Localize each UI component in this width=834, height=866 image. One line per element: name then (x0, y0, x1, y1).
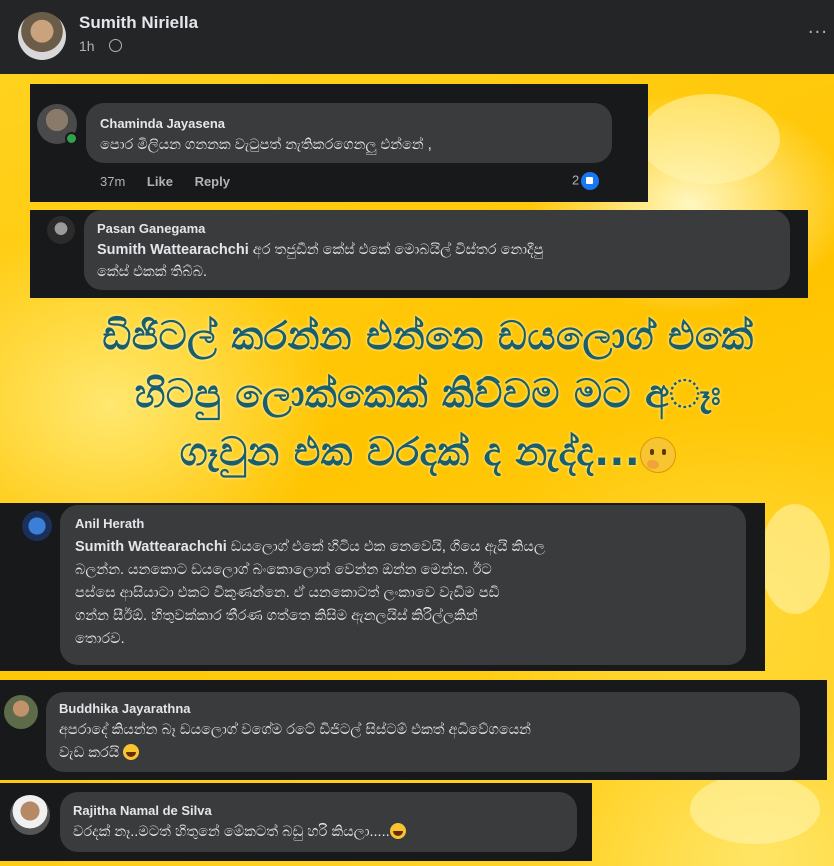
comment-text-line: ගන්න සීඊඕ. හිතුවක්කාර තීරණ ගත්තෙ කිසිම ඇ… (75, 608, 478, 624)
commenter-name[interactable]: Chaminda Jayasena (100, 116, 225, 131)
comment-bubble: Pasan Ganegama Sumith Wattearachchi අර ත… (84, 210, 790, 290)
comment-text-line: අපරාදේ කියන්න බෑ ඩයලොග් වගේම රටේ ඩිජිටල්… (59, 722, 531, 738)
author-avatar[interactable] (18, 12, 66, 60)
online-status-dot (65, 132, 78, 145)
decorative-petal (640, 94, 780, 184)
headline-line: හිටපු ලොක්කෙක් කිව්වම මට අෑඃ (134, 372, 722, 417)
commenter-avatar[interactable] (47, 216, 75, 244)
mention-tag[interactable]: Sumith Wattearachchi (75, 539, 227, 555)
headline-text: ගෑවුන එක වරදක් ද නැද්ද... (179, 430, 641, 475)
headline-line: ගෑවුන එක වරදක් ද නැද්ද... (18, 424, 834, 482)
commenter-name[interactable]: Rajitha Namal de Silva (73, 803, 212, 818)
comment-bubble: Buddhika Jayarathna අපරාදේ කියන්න බෑ ඩයල… (46, 692, 800, 772)
commenter-name[interactable]: Buddhika Jayarathna (59, 701, 191, 716)
thumbs-up-icon (581, 172, 600, 190)
comment-text-line: බලන්න. යනකොට ඩයලොග් බංකොලොත් වෙන්න ඔන්න … (75, 562, 492, 578)
mention-tag[interactable]: Sumith Wattearachchi (97, 242, 249, 258)
globe-icon (109, 39, 122, 52)
comment-text: Sumith Wattearachchi ඩයලොග් එකේ හිටිය එක… (75, 537, 545, 558)
comment-text-line: පස්සෙ ආසියාටා එකට විකුණන්නෙ. ඒ යනකොටත් ල… (75, 585, 500, 601)
commenter-avatar[interactable] (4, 695, 38, 729)
decorative-petal (760, 504, 830, 614)
commenter-avatar[interactable] (22, 511, 52, 541)
decorative-petal (690, 774, 820, 844)
comment-text-part: ඩයලොග් එකේ හිටිය එක නෙවෙයි, ගියෙ ඇයි කිය… (226, 539, 545, 555)
author-name[interactable]: Sumith Niriella (79, 13, 198, 33)
comment-text-part: වැඩ කරයි (59, 745, 120, 761)
comment-bubble: Chaminda Jayasena පොර මිලියන ගනනක වැටුපත… (86, 103, 612, 163)
commenter-name[interactable]: Anil Herath (75, 516, 144, 531)
comment-actions: 37m Like Reply (100, 174, 248, 189)
laughing-face-emoji (389, 823, 406, 839)
commenter-avatar[interactable] (10, 795, 50, 835)
comment-text-part: අර තජුඩීන් කේස් එකේ මොබයිල් විස්තර නොදීප… (248, 242, 544, 258)
comment-text: පොර මිලියන ගනනක වැටුපත් නැතිකරගෙනලු එන්න… (100, 137, 432, 153)
reply-button[interactable]: Reply (195, 174, 230, 189)
comment-bubble: Anil Herath Sumith Wattearachchi ඩයලොග් … (60, 505, 746, 665)
reaction-number: 2 (572, 172, 580, 188)
post-menu-button[interactable]: ··· (808, 22, 828, 43)
headline-line: ඩිජිටල් කරන්න එන්නෙ ඩයලොග් එකේ (102, 314, 754, 359)
comment-text: වරදක් නෑ..මටත් හිතුනේ මේකටත් බඩු හරි කිය… (73, 822, 406, 843)
like-button[interactable]: Like (147, 174, 173, 189)
comment-text-line: කේස් එකක් තිබ්බ. (97, 264, 208, 280)
comment-time[interactable]: 37m (100, 174, 125, 189)
post-time[interactable]: 1h (79, 38, 95, 54)
comment-text: Sumith Wattearachchi අර තජුඩීන් කේස් එකේ… (97, 240, 543, 261)
image-headline: ඩිජිටල් කරන්න එන්නෙ ඩයලොග් එකේ හිටපු ලොක… (18, 308, 834, 482)
reaction-count[interactable]: 2 (572, 172, 600, 190)
commenter-name[interactable]: Pasan Ganegama (97, 221, 205, 236)
comment-text-line: තොරව. (75, 631, 125, 647)
post-header: Sumith Niriella 1h ··· (0, 0, 834, 74)
comment-text: වැඩ කරයි (59, 743, 140, 764)
thinking-face-emoji (640, 436, 677, 473)
laughing-face-emoji (123, 744, 140, 760)
comment-bubble: Rajitha Namal de Silva වරදක් නෑ..මටත් හි… (60, 792, 577, 852)
comment-text-part: වරදක් නෑ..මටත් හිතුනේ මේකටත් බඩු හරි කිය… (73, 824, 390, 840)
